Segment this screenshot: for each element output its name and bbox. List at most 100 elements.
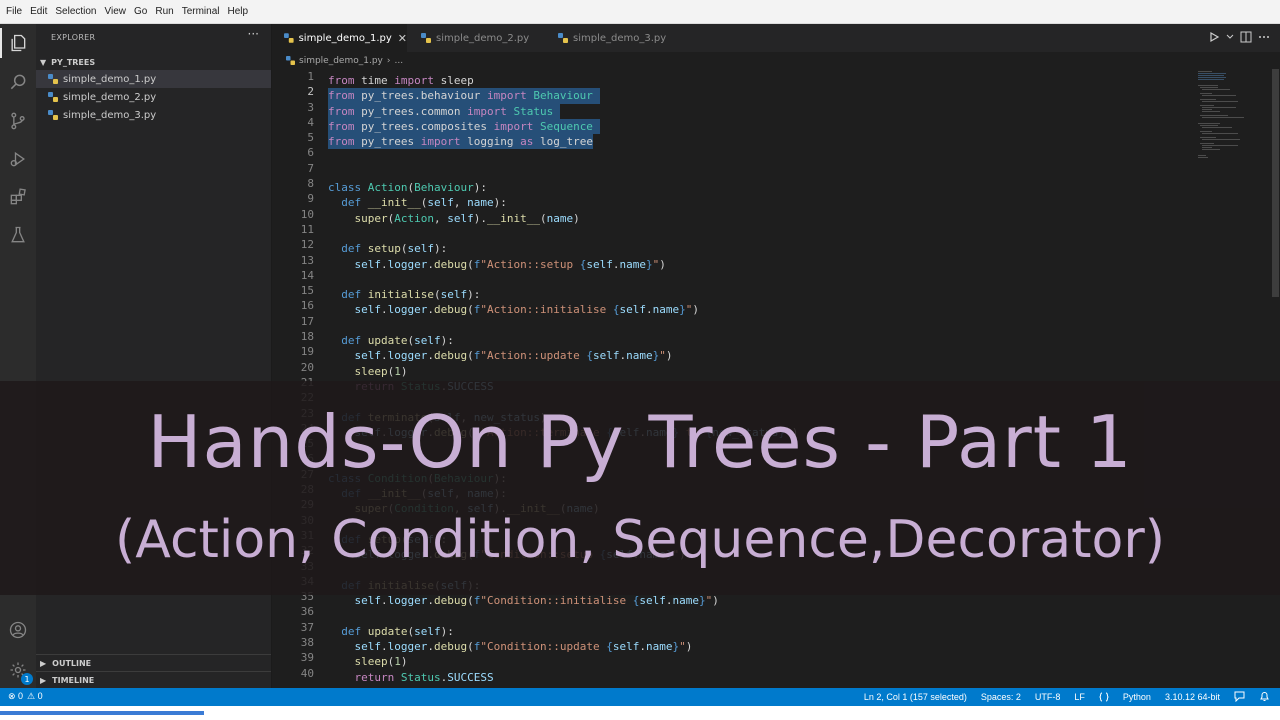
bell-icon[interactable]: [1259, 691, 1270, 702]
tab-simple-demo-2[interactable]: simple_demo_2.py: [409, 24, 544, 52]
tab-label: simple_demo_1.py: [298, 32, 392, 44]
file-name: simple_demo_1.py: [63, 73, 157, 85]
menu-selection[interactable]: Selection: [51, 6, 100, 17]
editor-actions: [1208, 31, 1270, 43]
extensions-icon[interactable]: [5, 184, 31, 210]
line-number: 9: [307, 192, 314, 206]
chevron-down-icon: ▼: [40, 57, 47, 67]
line-number: 1: [307, 70, 314, 83]
tab-label: simple_demo_3.py: [573, 32, 667, 44]
breadcrumb: simple_demo_1.py › ...: [272, 52, 1280, 69]
menu-run[interactable]: Run: [151, 6, 177, 17]
overlay-title: Hands-On Py Trees - Part 1: [147, 400, 1133, 484]
menu-view[interactable]: View: [101, 6, 131, 17]
menu-terminal[interactable]: Terminal: [178, 6, 224, 17]
line-number: 18: [300, 330, 314, 344]
timeline-section[interactable]: ▶ TIMELINE: [36, 671, 271, 688]
scrollbar-thumb[interactable]: [1272, 69, 1279, 297]
more-icon[interactable]: [1258, 31, 1270, 43]
tab-simple-demo-3[interactable]: simple_demo_3.py: [546, 24, 681, 52]
python-file-icon: [48, 92, 58, 102]
language-mode[interactable]: Python: [1123, 692, 1151, 702]
video-progress-bar: [0, 711, 204, 715]
menu-edit[interactable]: Edit: [26, 6, 51, 17]
file-name: simple_demo_2.py: [63, 91, 157, 103]
line-number: 12: [300, 238, 314, 252]
breadcrumb-file[interactable]: simple_demo_1.py: [299, 56, 383, 66]
files-icon[interactable]: [0, 28, 31, 58]
file-name: simple_demo_3.py: [63, 109, 157, 121]
more-actions-icon[interactable]: ···: [248, 27, 259, 41]
breadcrumb-separator: ›: [386, 55, 391, 66]
breadcrumb-symbols[interactable]: ...: [394, 56, 403, 66]
code-line: self.logger.debug(f"Action::initialise {…: [354, 303, 699, 317]
chevron-right-icon: ▶: [40, 675, 47, 685]
account-icon[interactable]: [5, 617, 31, 643]
python-file-icon: [284, 33, 294, 43]
line-number: 20: [300, 360, 314, 374]
status-bar: ⊗ 0 ⚠ 0 Ln 2, Col 1 (157 selected) Space…: [0, 688, 1280, 706]
end-of-line[interactable]: LF: [1074, 692, 1085, 702]
cursor-position[interactable]: Ln 2, Col 1 (157 selected): [864, 692, 967, 702]
python-file-icon: [48, 74, 58, 84]
code-editor[interactable]: 1 2 3 4 5 6 7 8 9 10 11 12 13 14 15 16 1…: [272, 69, 1280, 688]
chevron-right-icon: ▶: [40, 658, 47, 668]
split-editor-icon[interactable]: [1240, 31, 1252, 43]
line-number: 4: [307, 115, 314, 129]
outline-label: OUTLINE: [52, 658, 92, 668]
line-number: 8: [307, 177, 314, 191]
line-number: 16: [300, 299, 314, 313]
search-icon[interactable]: [5, 69, 31, 95]
python-file-icon: [421, 33, 431, 43]
file-item-simple-demo-2[interactable]: simple_demo_2.py: [36, 88, 271, 106]
close-icon[interactable]: ✕: [398, 32, 407, 45]
python-file-icon: [558, 33, 568, 43]
errors-indicator[interactable]: ⊗ 0: [8, 691, 23, 702]
file-item-simple-demo-3[interactable]: simple_demo_3.py: [36, 106, 271, 124]
menu-go[interactable]: Go: [130, 6, 151, 17]
minimap[interactable]: [1196, 69, 1272, 169]
code-line: super(Action, self).__init__(name): [354, 211, 580, 225]
sidebar-title: EXPLORER: [51, 33, 96, 42]
line-number: 6: [307, 146, 314, 160]
source-control-icon[interactable]: [5, 108, 31, 134]
line-number: 17: [300, 314, 314, 328]
notification-badge: 1: [21, 673, 33, 685]
chevron-down-icon[interactable]: [1226, 33, 1234, 41]
tab-bar: simple_demo_1.py ✕ simple_demo_2.py simp…: [272, 24, 1280, 52]
run-icon[interactable]: [1208, 31, 1220, 43]
line-number: 7: [307, 161, 314, 175]
tab-simple-demo-1[interactable]: simple_demo_1.py ✕: [272, 24, 407, 52]
encoding[interactable]: UTF-8: [1035, 692, 1061, 702]
python-interpreter[interactable]: 3.10.12 64-bit: [1165, 692, 1220, 702]
code-line: return Status.SUCCESS: [354, 670, 494, 684]
line-number: 15: [300, 284, 314, 298]
line-number: 19: [300, 345, 314, 359]
python-file-icon: [48, 110, 58, 120]
testing-icon[interactable]: [5, 222, 31, 248]
line-number: 14: [300, 268, 314, 282]
code-line: from py_trees import logging as log_tree: [328, 134, 593, 150]
line-number: 36: [300, 605, 314, 619]
braces-icon[interactable]: [1099, 692, 1109, 702]
gear-icon[interactable]: 1: [5, 657, 33, 685]
feedback-icon[interactable]: [1234, 691, 1245, 702]
line-number: 38: [300, 635, 314, 649]
menu-file[interactable]: File: [2, 6, 26, 17]
line-number: 3: [307, 100, 314, 114]
run-debug-icon[interactable]: [5, 146, 31, 172]
warnings-indicator[interactable]: ⚠ 0: [27, 691, 43, 702]
line-number: 10: [300, 207, 314, 221]
file-item-simple-demo-1[interactable]: simple_demo_1.py: [36, 70, 271, 88]
line-number: 13: [300, 253, 314, 267]
outline-section[interactable]: ▶ OUTLINE: [36, 654, 271, 671]
line-number: 2: [307, 85, 314, 99]
menu-bar: File Edit Selection View Go Run Terminal…: [0, 0, 1280, 24]
line-number: 37: [300, 620, 314, 634]
tab-label: simple_demo_2.py: [436, 32, 530, 44]
indentation[interactable]: Spaces: 2: [981, 692, 1021, 702]
timeline-label: TIMELINE: [52, 675, 95, 685]
folder-header[interactable]: ▼ PY_TREES: [36, 54, 271, 70]
code-line: self.logger.debug(f"Condition::initialis…: [354, 594, 719, 608]
menu-help[interactable]: Help: [224, 6, 253, 17]
